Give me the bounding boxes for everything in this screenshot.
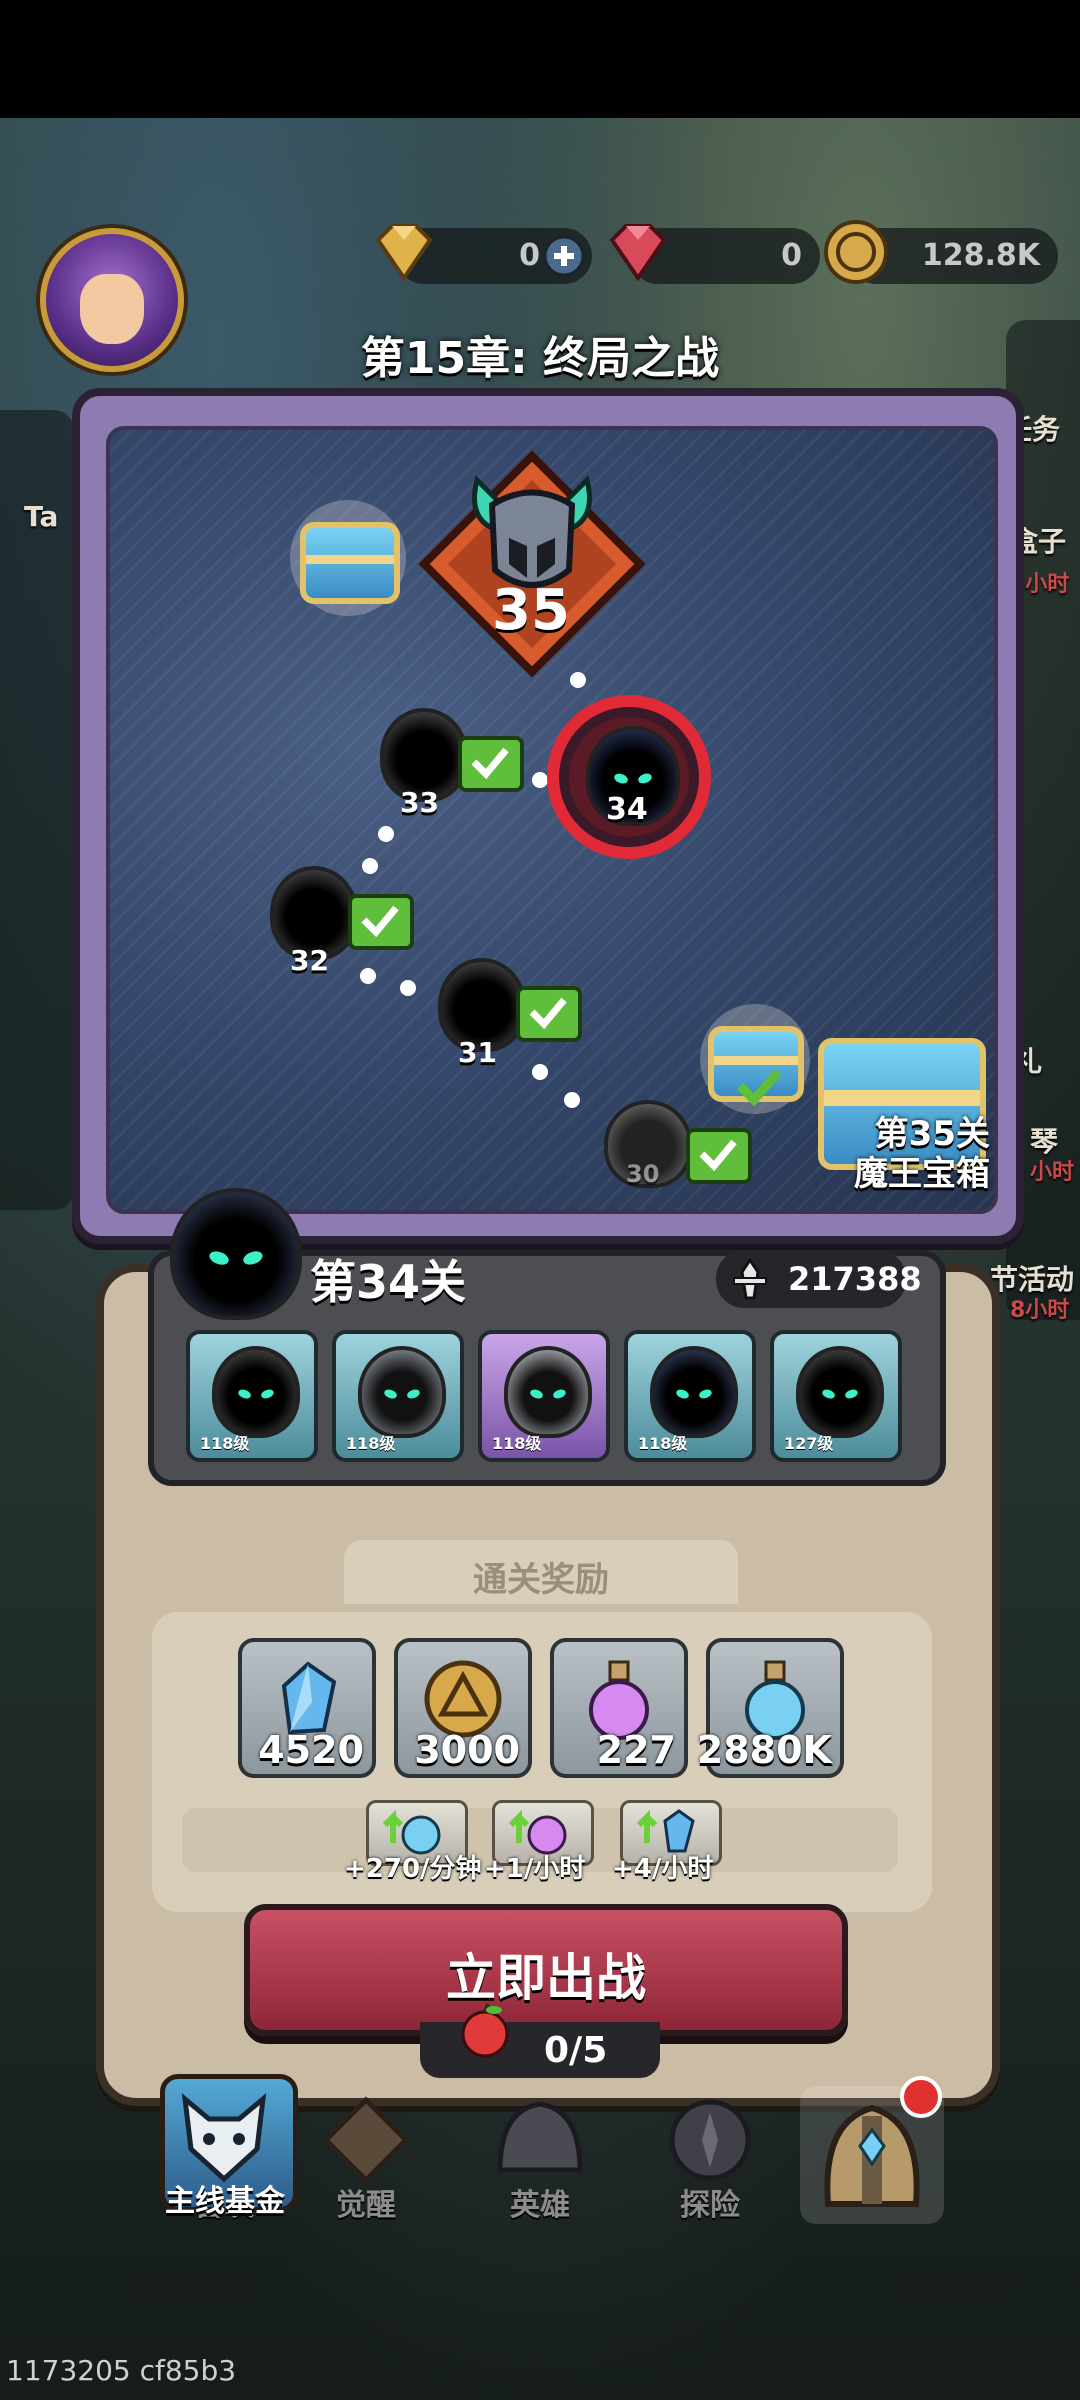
stage-31-number: 31: [458, 1036, 497, 1069]
enemy-level: 118级: [638, 1434, 688, 1453]
enemy-level: 118级: [346, 1434, 396, 1453]
chapter-title: 第15章: 终局之战: [360, 333, 720, 384]
income-rate-text: +270/分钟: [344, 1854, 482, 1884]
current-level-number: 34: [606, 792, 648, 827]
apple-stamina-icon: [461, 2003, 509, 2058]
hooded-enemy-icon: [650, 1346, 738, 1438]
awaken-icon: [322, 2096, 410, 2184]
red-gem-value: 0: [781, 238, 802, 273]
red-gem-icon: [609, 224, 667, 282]
current-stage-node[interactable]: 34: [544, 692, 714, 862]
cleared-stage-node[interactable]: 33: [362, 704, 532, 819]
boss-level-number: 35: [492, 578, 570, 643]
enemy-hero-card[interactable]: 118级: [478, 1330, 610, 1462]
add-plus-icon[interactable]: [542, 234, 586, 278]
hero-helmet-icon: [497, 2101, 583, 2173]
cleared-flag-icon: [516, 986, 582, 1042]
checkmark-icon: [736, 1069, 782, 1106]
boss-stage-node[interactable]: 35: [418, 450, 646, 678]
cleared-flag-icon: [686, 1128, 752, 1184]
stage-enemy-portrait-icon: [170, 1188, 302, 1320]
path-dot: [378, 826, 394, 842]
boss-chest-label-line2: 魔王宝箱: [854, 1154, 990, 1194]
reward-item[interactable]: 2880K: [697, 1638, 844, 1778]
gold-diamond-counter[interactable]: 0: [375, 224, 592, 284]
enemy-hero-card[interactable]: 118级: [186, 1330, 318, 1462]
nav-awaken-label: 觉醒: [336, 2188, 396, 2223]
stamina-value: 0/5: [544, 2030, 608, 2071]
boss-chest-label-line1: 第35关: [874, 1114, 990, 1154]
main-fund-label: 主线基金: [165, 2184, 285, 2219]
path-dot: [532, 1064, 548, 1080]
fight-now-label: 立即出战: [446, 1949, 646, 2007]
cleared-flag-icon: [458, 736, 524, 792]
enemy-level: 118级: [492, 1434, 542, 1453]
gold-coin-icon: [824, 220, 888, 284]
map-chest-node[interactable]: [290, 500, 406, 616]
armored-enemy-icon: [504, 1346, 592, 1438]
enemy-level: 118级: [200, 1434, 250, 1453]
cleared-stage-node[interactable]: 31: [420, 954, 590, 1069]
stage-label: 第34关: [310, 1255, 467, 1309]
right-time2-label: 小时: [1030, 1160, 1075, 1185]
notification-dot: [900, 2076, 942, 2118]
nav-heroes-label: 英雄: [510, 2188, 570, 2223]
stage-30-number: 30: [626, 1160, 660, 1188]
cleared-stage-node[interactable]: 32: [252, 862, 422, 977]
sword-power-icon: [733, 1258, 767, 1300]
enemy-hero-card[interactable]: 118级: [332, 1330, 464, 1462]
enemy-hero-card[interactable]: 127级: [770, 1330, 902, 1462]
gold-diamond-value: 0: [519, 238, 540, 273]
cleared-flag-icon: [348, 894, 414, 950]
coin-counter[interactable]: 128.8K: [824, 220, 1058, 284]
stage-32-number: 32: [290, 944, 329, 977]
right-event-time: 8小时: [1010, 1298, 1070, 1323]
enemy-level: 127级: [784, 1434, 834, 1453]
stage-33-number: 33: [400, 786, 439, 819]
reward-qty: 4520: [258, 1728, 364, 1772]
claimed-chest-node[interactable]: [700, 1004, 810, 1114]
reward-qty: 2880K: [696, 1728, 832, 1772]
income-rate-text: +4/小时: [612, 1854, 714, 1884]
stamina-counter: 0/5: [420, 2022, 660, 2078]
enemy-power: 217388: [716, 1250, 922, 1308]
hooded-enemy-icon: [212, 1346, 300, 1438]
reward-item[interactable]: 227: [550, 1638, 688, 1778]
compass-icon: [669, 2099, 751, 2181]
gold-diamond-icon: [375, 224, 433, 282]
fight-now-button[interactable]: 立即出战: [244, 1904, 848, 2036]
enemy-power-value: 217388: [788, 1260, 922, 1298]
build-id-text: 1173205 cf85b3: [6, 2354, 237, 2387]
reward-qty: 3000: [414, 1728, 520, 1772]
rewards-title-tab: 通关奖励: [344, 1540, 738, 1604]
nav-explore-label: 探险: [680, 2188, 740, 2223]
coin-value: 128.8K: [921, 238, 1040, 273]
reward-qty: 227: [596, 1728, 676, 1772]
status-bar: [0, 0, 1080, 118]
hooded-enemy-icon: [796, 1346, 884, 1438]
reward-item[interactable]: 4520: [238, 1638, 376, 1778]
blue-chest-icon: [300, 522, 400, 604]
reward-item[interactable]: 3000: [394, 1638, 532, 1778]
enemy-hero-card[interactable]: 118级: [624, 1330, 756, 1462]
path-dot: [564, 1092, 580, 1108]
armored-enemy-icon: [358, 1346, 446, 1438]
left-tab-label[interactable]: Ta: [24, 500, 58, 533]
rewards-title: 通关奖励: [473, 1560, 609, 1600]
income-rate-text: +1/小时: [484, 1854, 586, 1884]
red-gem-counter[interactable]: 0: [609, 224, 820, 284]
path-dot: [400, 980, 416, 996]
